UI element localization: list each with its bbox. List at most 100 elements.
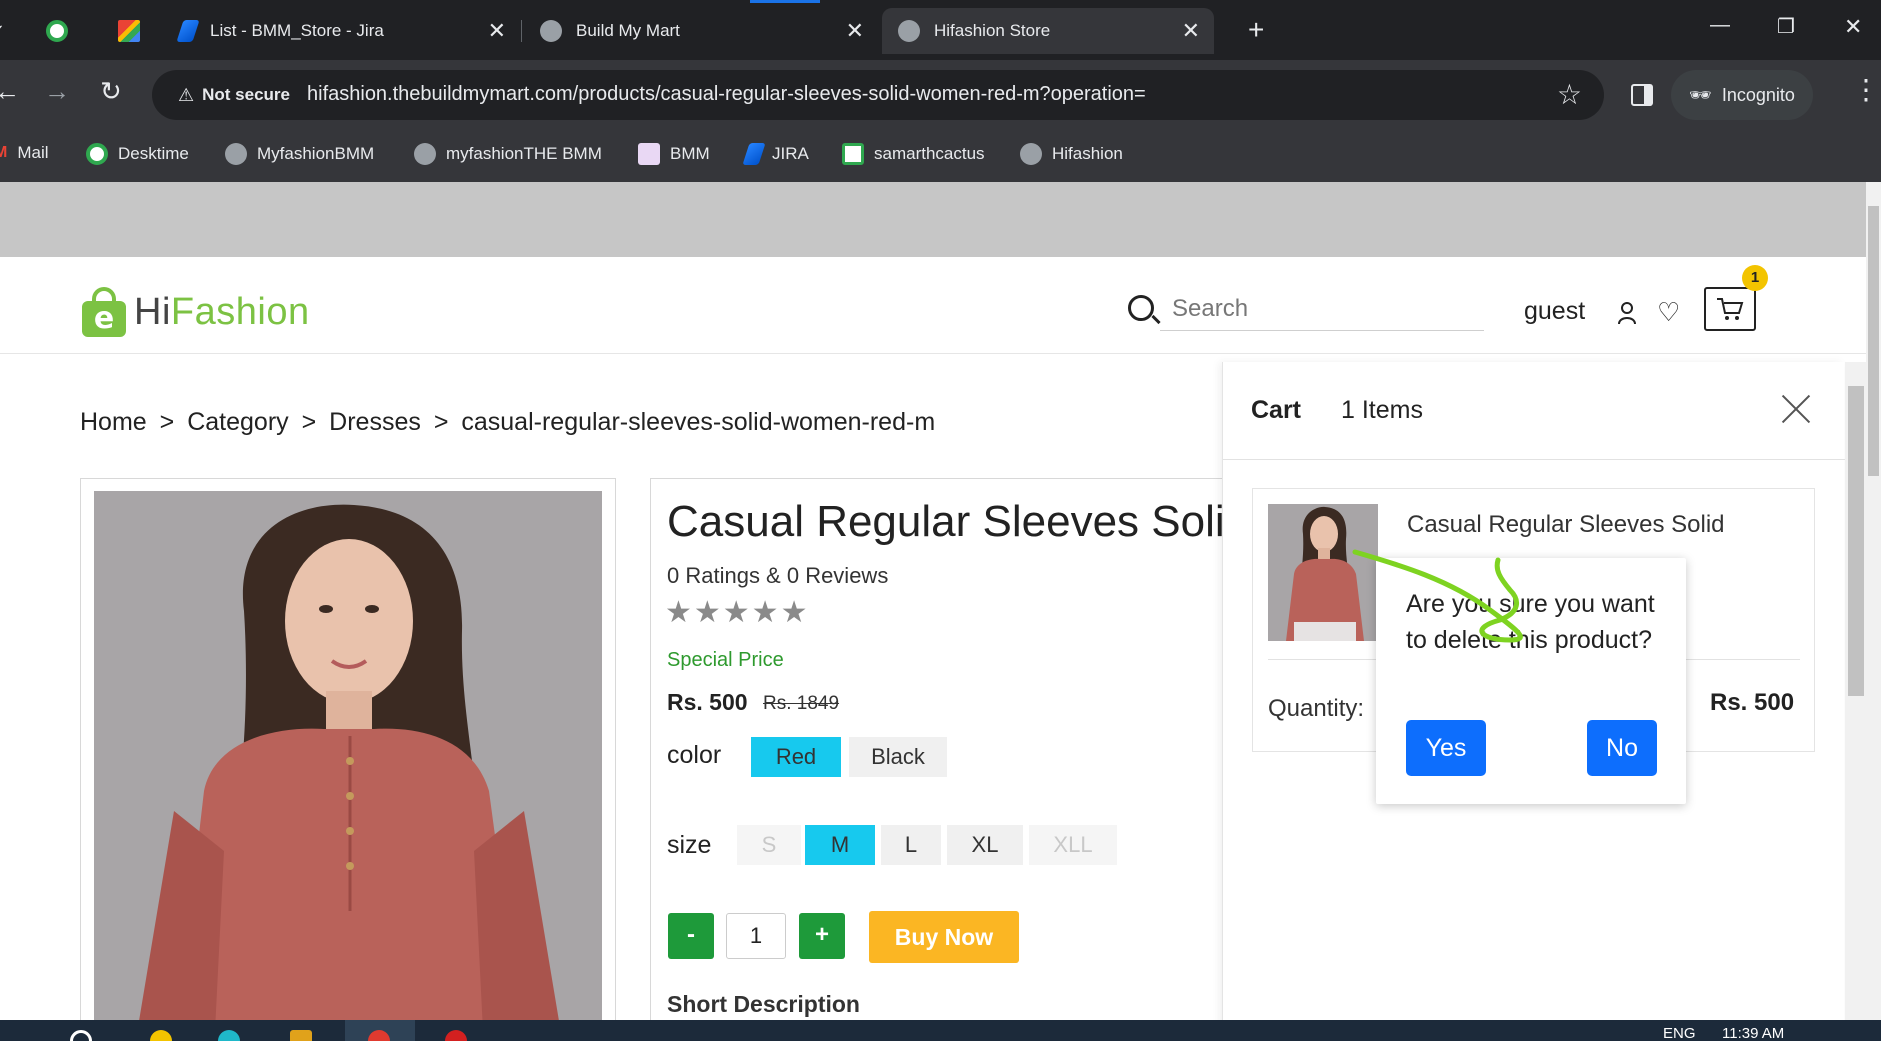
browser-toolbar: ← → ↻ ⚠ Not secure hifashion.thebuildmym…	[0, 60, 1881, 130]
page-scrollbar-thumb[interactable]	[1868, 206, 1879, 476]
wishlist-heart-icon[interactable]: ♡	[1657, 299, 1680, 325]
browser-tab-strip: ✓ List - BMM_Store - Jira ✕ Build My Mar…	[0, 0, 1881, 60]
user-icon[interactable]	[1617, 301, 1637, 325]
jira-icon	[742, 143, 766, 165]
bookmark-myfashionbmm[interactable]: MyfashionBMM	[225, 143, 374, 165]
color-option-red[interactable]: Red	[751, 737, 841, 777]
cart-item-image[interactable]	[1268, 504, 1378, 641]
bookmark-label: Desktime	[118, 144, 189, 163]
bookmark-myfashion-the-bmm[interactable]: myfashionTHE BMM	[414, 143, 602, 165]
jira-favicon-icon	[176, 20, 200, 42]
tab-search-menu[interactable]: ✓	[0, 8, 16, 54]
side-panel-icon[interactable]	[1631, 84, 1653, 106]
clock-time[interactable]: 11:39 AM	[1722, 1025, 1784, 1041]
size-option-l[interactable]: L	[881, 825, 941, 865]
close-tab-icon[interactable]: ✕	[846, 20, 864, 42]
tab-desktime[interactable]	[46, 8, 86, 54]
bookmark-label: Hifashion	[1052, 144, 1123, 163]
back-arrow-icon[interactable]: ←	[0, 76, 20, 107]
quantity-input[interactable]: 1	[726, 913, 786, 959]
username-label[interactable]: guest	[1524, 297, 1585, 326]
bookmark-label: BMM	[670, 144, 710, 163]
logo-text: HiFashion	[134, 290, 310, 333]
bookmark-desktime[interactable]: Desktime	[86, 143, 189, 165]
close-tab-icon[interactable]: ✕	[488, 20, 506, 42]
size-option-xll[interactable]: XLL	[1029, 825, 1117, 865]
reload-icon[interactable]: ↻	[100, 76, 122, 107]
close-window-icon[interactable]: ✕	[1844, 14, 1862, 40]
chevron-down-icon: ✓	[0, 21, 5, 42]
breadcrumb-separator: >	[159, 408, 175, 436]
cart-button[interactable]	[1704, 287, 1756, 331]
scrollbar-thumb[interactable]	[1848, 386, 1864, 696]
quantity-decrease-button[interactable]: -	[668, 913, 714, 959]
opera-icon[interactable]	[445, 1030, 467, 1041]
buy-now-button[interactable]: Buy Now	[869, 911, 1019, 963]
bookmark-star-icon[interactable]: ☆	[1557, 78, 1582, 111]
size-option-xl[interactable]: XL	[947, 825, 1023, 865]
tab-hifashion-store[interactable]: Hifashion Store ✕	[882, 8, 1214, 54]
bookmark-bmm[interactable]: BMM	[638, 143, 710, 165]
cart-count-badge: 1	[1742, 265, 1768, 291]
cart-item-count: 1 Items	[1341, 396, 1423, 424]
star-rating[interactable]: ★★★★★	[665, 595, 809, 630]
confirm-no-button[interactable]: No	[1587, 720, 1657, 776]
site-logo[interactable]: e HiFashion	[80, 287, 310, 337]
incognito-label: Incognito	[1721, 84, 1795, 105]
restore-window-icon[interactable]: ❐	[1777, 14, 1795, 39]
bookmark-samarthcactus[interactable]: samarthcactus	[842, 143, 985, 165]
address-bar[interactable]: ⚠ Not secure hifashion.thebuildmymart.co…	[152, 70, 1604, 120]
ratings-summary: 0 Ratings & 0 Reviews	[667, 563, 889, 588]
tab-title: Build My Mart	[576, 21, 680, 40]
color-option-black[interactable]: Black	[849, 737, 947, 777]
cart-item-name[interactable]: Casual Regular Sleeves Solid	[1407, 511, 1725, 539]
desktime-icon	[86, 143, 108, 165]
explorer-icon[interactable]	[150, 1030, 172, 1041]
bookmark-jira[interactable]: JIRA	[742, 143, 809, 165]
tab-gmail[interactable]	[118, 8, 158, 54]
breadcrumb-category[interactable]: Category	[187, 408, 288, 436]
bookmark-label: JIRA	[772, 144, 809, 163]
size-option-s[interactable]: S	[737, 825, 801, 865]
original-price: Rs. 1849	[763, 693, 840, 714]
breadcrumb-dresses[interactable]: Dresses	[329, 408, 421, 436]
close-cart-icon[interactable]	[1779, 392, 1813, 426]
search-box	[1124, 287, 1484, 333]
more-options-icon[interactable]: ⋮	[1852, 76, 1880, 104]
cart-drawer-scrollbar[interactable]	[1845, 362, 1866, 1020]
minimize-window-icon[interactable]: —	[1710, 14, 1730, 37]
bookmark-hifashion[interactable]: Hifashion	[1020, 143, 1123, 165]
confirm-yes-button[interactable]: Yes	[1406, 720, 1486, 776]
edge-icon[interactable]	[218, 1030, 240, 1041]
new-tab-icon[interactable]: +	[1248, 14, 1264, 46]
gmail-icon: M	[0, 144, 8, 161]
breadcrumb-separator: >	[301, 408, 317, 436]
security-chip[interactable]: ⚠ Not secure	[166, 78, 304, 112]
bookmark-label: Mail	[17, 143, 49, 162]
forward-arrow-icon[interactable]: →	[44, 76, 70, 107]
product-image-box	[80, 478, 616, 1020]
search-icon[interactable]	[1128, 295, 1154, 321]
size-option-m[interactable]: M	[805, 825, 875, 865]
page-scrollbar[interactable]	[1866, 182, 1881, 1020]
tab-jira-list[interactable]: List - BMM_Store - Jira ✕	[176, 8, 520, 54]
incognito-indicator[interactable]: 🕶 Incognito	[1671, 70, 1813, 120]
close-tab-icon[interactable]: ✕	[1182, 20, 1200, 42]
bookmark-mail[interactable]: M Mail	[0, 143, 49, 163]
search-icon[interactable]	[70, 1030, 92, 1041]
tab-loading-indicator	[750, 0, 820, 3]
cart-item-price: Rs. 500	[1710, 689, 1795, 716]
tab-separator	[521, 20, 522, 42]
quantity-increase-button[interactable]: +	[799, 913, 845, 959]
product-image[interactable]	[94, 491, 602, 1020]
product-price: Rs. 500	[667, 689, 748, 715]
search-input[interactable]	[1160, 287, 1484, 331]
tab-build-my-mart[interactable]: Build My Mart ✕	[540, 8, 878, 54]
folder-icon[interactable]	[290, 1030, 312, 1041]
breadcrumb-home[interactable]: Home	[80, 408, 147, 436]
globe-icon	[225, 143, 247, 165]
url-text[interactable]: hifashion.thebuildmymart.com/products/ca…	[307, 83, 1146, 106]
globe-icon	[1020, 143, 1042, 165]
bookmark-label: samarthcactus	[874, 144, 985, 163]
language-indicator[interactable]: ENG	[1663, 1025, 1696, 1041]
